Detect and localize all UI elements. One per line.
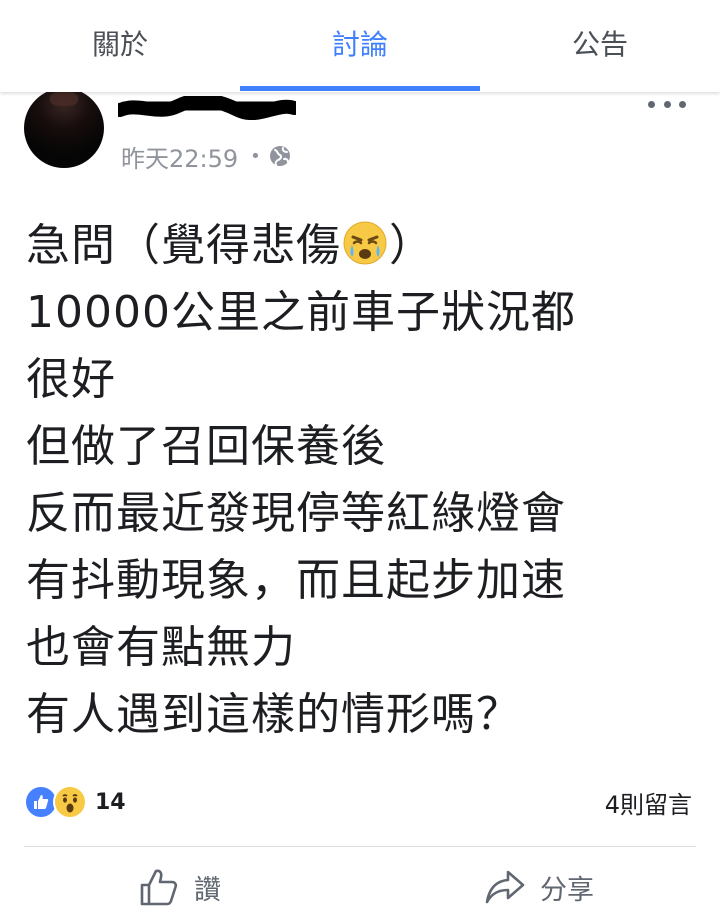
share-button-label: 分享: [540, 874, 594, 906]
tab-announcements[interactable]: 公告: [480, 0, 720, 92]
thumbs-up-icon: [138, 866, 180, 908]
wow-reaction-icon: [53, 785, 87, 819]
reaction-count: 14: [95, 789, 126, 815]
post-line: 有抖動現象，而且起步加速: [26, 555, 566, 606]
more-options-icon[interactable]: [648, 93, 686, 115]
post-line-text: 急問（覺得悲傷: [26, 220, 341, 271]
post-body: 急問（覺得悲傷 ） 10000公里之前車子狀況都 很好 但做了召回保養後 反而最…: [26, 212, 696, 748]
post-timestamp[interactable]: 昨天22:59: [121, 139, 238, 174]
tab-discussion-label: 討論: [331, 28, 388, 61]
active-tab-indicator: [240, 86, 480, 91]
post-line: 10000公里之前車子狀況都: [26, 287, 576, 338]
tab-bar: 關於 討論 公告: [0, 0, 720, 92]
post-line-text-end: ）: [389, 220, 434, 271]
author-name-redacted[interactable]: [118, 96, 296, 120]
divider: [24, 846, 696, 847]
post-meta: 昨天22:59 •: [121, 138, 291, 174]
post-line: 有人遇到這樣的情形嗎？: [26, 689, 521, 740]
tab-announcements-label: 公告: [571, 28, 628, 61]
post-line: 也會有點無力: [26, 622, 296, 673]
share-button[interactable]: 分享: [484, 862, 594, 912]
tab-about-label: 關於: [91, 28, 148, 61]
meta-separator: •: [250, 145, 261, 167]
redaction-scribble: [118, 96, 296, 120]
post-line: 但做了召回保養後: [26, 421, 386, 472]
post-page: 關於 討論 公告 昨天22:59 • 急問（覺得悲傷 ） 10000公里之前車子…: [0, 0, 720, 918]
comments-count-link[interactable]: 4則留言: [605, 785, 692, 819]
author-avatar[interactable]: [24, 88, 104, 168]
post-line: 急問（覺得悲傷 ）: [26, 212, 696, 279]
crying-face-icon: [342, 218, 388, 265]
tab-discussion[interactable]: 討論: [240, 0, 480, 92]
share-arrow-icon: [484, 866, 526, 908]
post-line: 反而最近發現停等紅綠燈會: [26, 488, 566, 539]
reactions-summary[interactable]: 14: [24, 785, 126, 819]
tab-about[interactable]: 關於: [0, 0, 240, 92]
like-button-label: 讚: [194, 874, 221, 906]
globe-icon: [269, 145, 291, 167]
like-button[interactable]: 讚: [138, 862, 221, 912]
post-line: 很好: [26, 354, 116, 405]
